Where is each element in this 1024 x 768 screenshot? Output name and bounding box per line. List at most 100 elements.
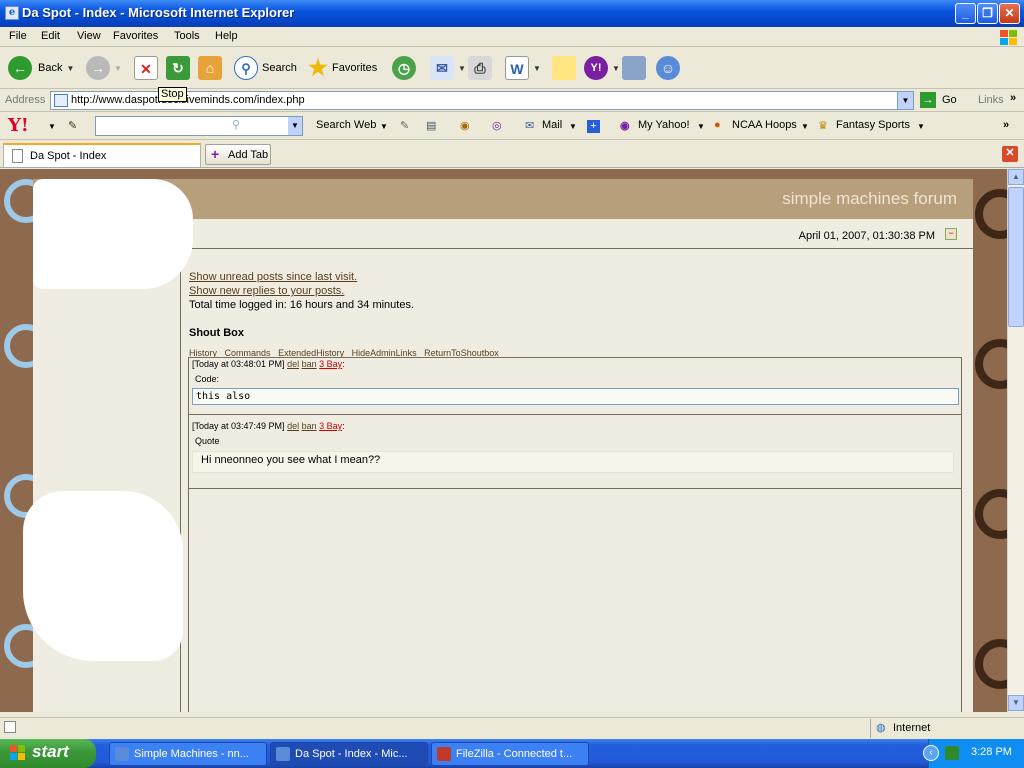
quote-label: Quote: [195, 436, 220, 446]
scroll-up-icon[interactable]: ▲: [1008, 169, 1024, 185]
task-filezilla[interactable]: FileZilla - Connected t...: [431, 742, 589, 766]
pencil-icon[interactable]: ✎: [68, 119, 77, 132]
go-button[interactable]: Go: [942, 94, 957, 106]
network-icon[interactable]: [945, 746, 959, 760]
windows-flag-icon: [10, 745, 26, 761]
print-button[interactable]: ⎙: [468, 54, 492, 82]
status-bar: ◍ Internet: [0, 717, 1024, 739]
headphones-icon[interactable]: ◎: [492, 119, 502, 132]
menu-tools[interactable]: Tools: [174, 30, 200, 42]
add-icon[interactable]: +: [587, 120, 600, 133]
tab-da-spot[interactable]: Da Spot - Index: [3, 143, 201, 167]
new-replies-link[interactable]: Show new replies to your posts.: [189, 285, 344, 297]
close-button[interactable]: ✕: [999, 3, 1020, 24]
search-web-button[interactable]: Search Web: [316, 119, 376, 131]
chevron-down-icon[interactable]: ▼: [697, 122, 705, 131]
chevron-down-icon[interactable]: ▼: [801, 122, 809, 131]
close-tab-icon[interactable]: ✕: [1002, 146, 1018, 162]
ie-icon: [276, 747, 290, 761]
task-label: FileZilla - Connected t...: [456, 748, 573, 760]
messenger-button[interactable]: ☺: [656, 54, 680, 82]
scroll-down-icon[interactable]: ▼: [1008, 695, 1024, 711]
shout-user-link[interactable]: 3 Bay: [319, 359, 342, 369]
add-tab-button[interactable]: + Add Tab: [205, 144, 271, 165]
ncaa-hoops-button[interactable]: NCAA Hoops: [732, 119, 797, 131]
trophy-icon: ♛: [818, 120, 828, 132]
fantasy-sports-button[interactable]: Fantasy Sports: [836, 119, 910, 131]
history-icon: ◷: [392, 56, 416, 80]
ban-link[interactable]: ban: [302, 421, 317, 431]
chevron-down-icon[interactable]: ▼: [288, 117, 302, 135]
minimize-button[interactable]: _: [955, 3, 976, 24]
shoutbox[interactable]: [Today at 03:48:01 PM] del ban 3 Bay: Co…: [188, 357, 962, 712]
research-button[interactable]: [622, 54, 646, 82]
forward-button[interactable]: → ▼: [86, 54, 122, 82]
time-logged: Total time logged in: 16 hours and 34 mi…: [189, 299, 415, 311]
restore-button[interactable]: ❐: [977, 3, 998, 24]
task-da-spot[interactable]: Da Spot - Index - Mic...: [270, 742, 428, 766]
menu-file[interactable]: File: [9, 30, 27, 42]
background-swirl: [975, 489, 1007, 539]
code-label: Code:: [195, 374, 220, 384]
chevron-down-icon[interactable]: ▼: [569, 122, 577, 131]
home-button[interactable]: ⌂: [198, 54, 222, 82]
filezilla-icon: [437, 747, 451, 761]
chevron-down-icon[interactable]: ▼: [66, 64, 74, 73]
globe-icon[interactable]: ◉: [460, 119, 470, 132]
smf-logo[interactable]: simple machines forum: [782, 189, 957, 209]
shout-time: [Today at 03:47:49 PM]: [192, 421, 285, 431]
layout-icon[interactable]: ▤: [426, 119, 436, 132]
globe-icon: ◍: [876, 722, 886, 734]
standard-toolbar: ← Back ▼ → ▼ ✕ ↻ ⌂ ⚲ Search ★ Favorites …: [0, 48, 1024, 89]
favorites-button[interactable]: ★ Favorites: [306, 54, 377, 82]
edit-button[interactable]: W ▼: [505, 54, 541, 82]
vertical-scrollbar[interactable]: ▲ ▼: [1007, 169, 1024, 712]
refresh-button[interactable]: ↻: [166, 54, 190, 82]
delete-link[interactable]: del: [287, 359, 299, 369]
back-button[interactable]: ← Back ▼: [8, 54, 74, 82]
search-button[interactable]: ⚲ Search: [234, 54, 297, 82]
scrollbar-thumb[interactable]: [1008, 187, 1024, 327]
menu-help[interactable]: Help: [215, 30, 238, 42]
highlight-icon[interactable]: ✎: [400, 119, 409, 132]
links-label[interactable]: Links: [978, 94, 1004, 106]
task-simple-machines[interactable]: Simple Machines - nn...: [109, 742, 267, 766]
menu-bar: File Edit View Favorites Tools Help: [0, 27, 1024, 47]
chevron-down-icon[interactable]: ▼: [114, 64, 122, 73]
unread-posts-link[interactable]: Show unread posts since last visit.: [189, 271, 357, 283]
go-arrow-icon[interactable]: →: [920, 92, 936, 108]
start-button[interactable]: start: [0, 739, 96, 768]
chevron-down-icon[interactable]: ▼: [458, 64, 466, 73]
taskbar: start Simple Machines - nn... Da Spot - …: [0, 739, 1024, 768]
chevron-down-icon[interactable]: ▼: [48, 122, 56, 131]
mail-button[interactable]: ✉ ▼: [430, 54, 466, 82]
ban-link[interactable]: ban: [302, 359, 317, 369]
yahoo-mail-button[interactable]: Mail: [542, 119, 562, 131]
menu-favorites[interactable]: Favorites: [113, 30, 158, 42]
clock[interactable]: 3:28 PM: [971, 746, 1012, 758]
delete-link[interactable]: del: [287, 421, 299, 431]
collapse-icon[interactable]: −: [945, 228, 957, 240]
ie-icon[interactable]: e: [5, 6, 19, 20]
history-button[interactable]: ◷: [392, 54, 416, 82]
chevron-down-icon[interactable]: ▼: [533, 64, 541, 73]
chevron-right-icon[interactable]: »: [1003, 119, 1009, 131]
shout-header: [Today at 03:48:01 PM] del ban 3 Bay:: [192, 359, 345, 369]
yahoo-search-input[interactable]: ⚲ ▼: [95, 116, 303, 136]
menu-edit[interactable]: Edit: [41, 30, 60, 42]
my-yahoo-button[interactable]: My Yahoo!: [638, 119, 690, 131]
yahoo-logo[interactable]: Y!: [8, 115, 29, 136]
shout-user-link[interactable]: 3 Bay: [319, 421, 342, 431]
chevron-down-icon[interactable]: ▼: [380, 122, 388, 131]
yahoo-messenger-button[interactable]: Y! ▼: [584, 54, 620, 82]
address-url[interactable]: http://www.daspot.decisiveminds.com/inde…: [71, 94, 305, 106]
chevron-down-icon[interactable]: ▼: [917, 122, 925, 131]
chevron-down-icon[interactable]: ▼: [897, 92, 913, 109]
stop-button[interactable]: ✕: [134, 54, 158, 82]
chevron-left-icon[interactable]: ‹: [923, 745, 939, 761]
quote-block: Hi nneonneo you see what I mean??: [192, 451, 954, 473]
menu-view[interactable]: View: [77, 30, 101, 42]
chevron-right-icon[interactable]: »: [1010, 92, 1016, 104]
chevron-down-icon[interactable]: ▼: [612, 64, 620, 73]
discuss-button[interactable]: [552, 54, 576, 82]
